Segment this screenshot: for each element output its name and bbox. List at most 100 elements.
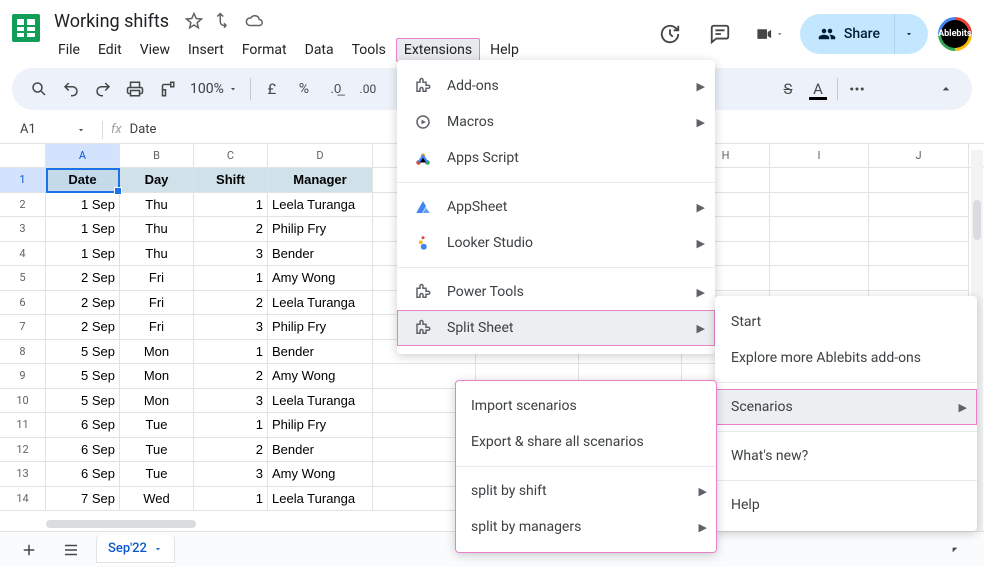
more-formatting-icon[interactable]	[842, 74, 872, 104]
row-header[interactable]: 9	[0, 364, 46, 389]
cell[interactable]: Amy Wong	[268, 364, 373, 389]
last-edit-icon[interactable]	[650, 14, 690, 54]
col-header-A[interactable]: A	[46, 144, 120, 167]
all-sheets-button[interactable]	[54, 535, 88, 565]
split-scenarios[interactable]: Scenarios▶	[715, 389, 977, 425]
cell[interactable]: Leela Turanga	[268, 389, 373, 414]
cell[interactable]: 6 Sep	[46, 438, 120, 463]
cell[interactable]: Day	[120, 168, 194, 193]
cell[interactable]: 3	[194, 315, 268, 340]
cell[interactable]: 5 Sep	[46, 364, 120, 389]
cell[interactable]: Philip Fry	[268, 315, 373, 340]
cell[interactable]: 5 Sep	[46, 340, 120, 365]
collapse-toolbar-icon[interactable]	[938, 81, 954, 97]
cell[interactable]: Tue	[120, 438, 194, 463]
comments-icon[interactable]	[700, 14, 740, 54]
cell[interactable]	[869, 193, 969, 218]
row-header[interactable]: 5	[0, 266, 46, 291]
menu-tools[interactable]: Tools	[344, 38, 394, 62]
print-icon[interactable]	[120, 74, 150, 104]
cell[interactable]: Amy Wong	[268, 462, 373, 487]
cell[interactable]: Thu	[120, 242, 194, 267]
sheet-tab-sep22[interactable]: Sep'22	[96, 535, 175, 565]
cell[interactable]: Bender	[268, 242, 373, 267]
cell[interactable]: 1	[194, 266, 268, 291]
row-header[interactable]: 6	[0, 291, 46, 316]
ext-powertools[interactable]: Power Tools▶	[397, 274, 715, 310]
cell[interactable]: Mon	[120, 340, 194, 365]
cell[interactable]: 3	[194, 242, 268, 267]
search-menu-icon[interactable]	[24, 74, 54, 104]
cell[interactable]: 2 Sep	[46, 266, 120, 291]
cell[interactable]: 2 Sep	[46, 291, 120, 316]
cell[interactable]: 1	[194, 413, 268, 438]
cell[interactable]: 3	[194, 462, 268, 487]
explore-button[interactable]	[938, 535, 972, 565]
cell[interactable]: Bender	[268, 438, 373, 463]
cell[interactable]: Manager	[268, 168, 373, 193]
increase-decimal-button[interactable]: .00	[353, 74, 383, 104]
add-sheet-button[interactable]	[12, 535, 46, 565]
cell[interactable]: 6 Sep	[46, 413, 120, 438]
cell[interactable]	[770, 168, 869, 193]
cell[interactable]: Mon	[120, 389, 194, 414]
row-header[interactable]: 7	[0, 315, 46, 340]
cell[interactable]: Amy Wong	[268, 266, 373, 291]
cell[interactable]: Date	[46, 168, 120, 193]
scen-by-managers[interactable]: split by managers▶	[455, 509, 717, 545]
cell[interactable]: 5 Sep	[46, 389, 120, 414]
cell[interactable]: 7 Sep	[46, 487, 120, 512]
cell[interactable]	[770, 193, 869, 218]
share-dropdown[interactable]	[894, 14, 922, 54]
star-icon[interactable]	[185, 12, 203, 30]
menu-data[interactable]: Data	[297, 38, 342, 62]
row-header[interactable]: 10	[0, 389, 46, 414]
currency-pound-button[interactable]: £	[257, 74, 287, 104]
undo-icon[interactable]	[56, 74, 86, 104]
cell[interactable]: 2 Sep	[46, 315, 120, 340]
meet-button[interactable]	[750, 14, 790, 54]
cell[interactable]: 1 Sep	[46, 193, 120, 218]
account-avatar[interactable]: Ablebits	[931, 10, 979, 58]
cell[interactable]: Fri	[120, 266, 194, 291]
row-header[interactable]: 1	[0, 168, 46, 193]
menu-edit[interactable]: Edit	[90, 38, 130, 62]
scen-import[interactable]: Import scenarios	[455, 388, 717, 424]
row-header[interactable]: 8	[0, 340, 46, 365]
col-header-I[interactable]: I	[770, 144, 869, 167]
row-header[interactable]: 4	[0, 242, 46, 267]
col-header-B[interactable]: B	[120, 144, 194, 167]
scen-by-shift[interactable]: split by shift▶	[455, 473, 717, 509]
formula-input[interactable]: Date	[130, 122, 157, 137]
row-header[interactable]: 12	[0, 438, 46, 463]
ext-splitsheet[interactable]: Split Sheet▶	[397, 310, 715, 346]
cell[interactable]	[869, 168, 969, 193]
strikethrough-button[interactable]: S	[773, 74, 803, 104]
select-all-corner[interactable]	[0, 144, 46, 168]
redo-icon[interactable]	[88, 74, 118, 104]
split-explore-addons[interactable]: Explore more Ablebits add-ons	[715, 340, 977, 376]
col-header-C[interactable]: C	[194, 144, 268, 167]
cell[interactable]: 2	[194, 364, 268, 389]
cell[interactable]: 1	[194, 193, 268, 218]
split-whatsnew[interactable]: What's new?	[715, 438, 977, 474]
cell[interactable]: Fri	[120, 315, 194, 340]
col-header-D[interactable]: D	[268, 144, 373, 167]
menu-extensions[interactable]: Extensions	[396, 38, 480, 62]
move-icon[interactable]	[215, 12, 233, 30]
cell[interactable]: 1	[194, 340, 268, 365]
cell[interactable]: 1 Sep	[46, 217, 120, 242]
ext-looker[interactable]: Looker Studio▶	[397, 225, 715, 261]
document-title[interactable]: Working shifts	[50, 9, 173, 34]
cell[interactable]: Mon	[120, 364, 194, 389]
row-header[interactable]: 14	[0, 487, 46, 512]
ext-appsheet[interactable]: AppSheet▶	[397, 189, 715, 225]
cell[interactable]: Leela Turanga	[268, 291, 373, 316]
cell[interactable]: Tue	[120, 462, 194, 487]
scen-export[interactable]: Export & share all scenarios	[455, 424, 717, 460]
share-button[interactable]: Share	[800, 14, 928, 54]
row-header[interactable]: 13	[0, 462, 46, 487]
cloud-status-icon[interactable]	[245, 12, 263, 30]
row-header[interactable]: 11	[0, 413, 46, 438]
ext-macros[interactable]: Macros▶	[397, 104, 715, 140]
